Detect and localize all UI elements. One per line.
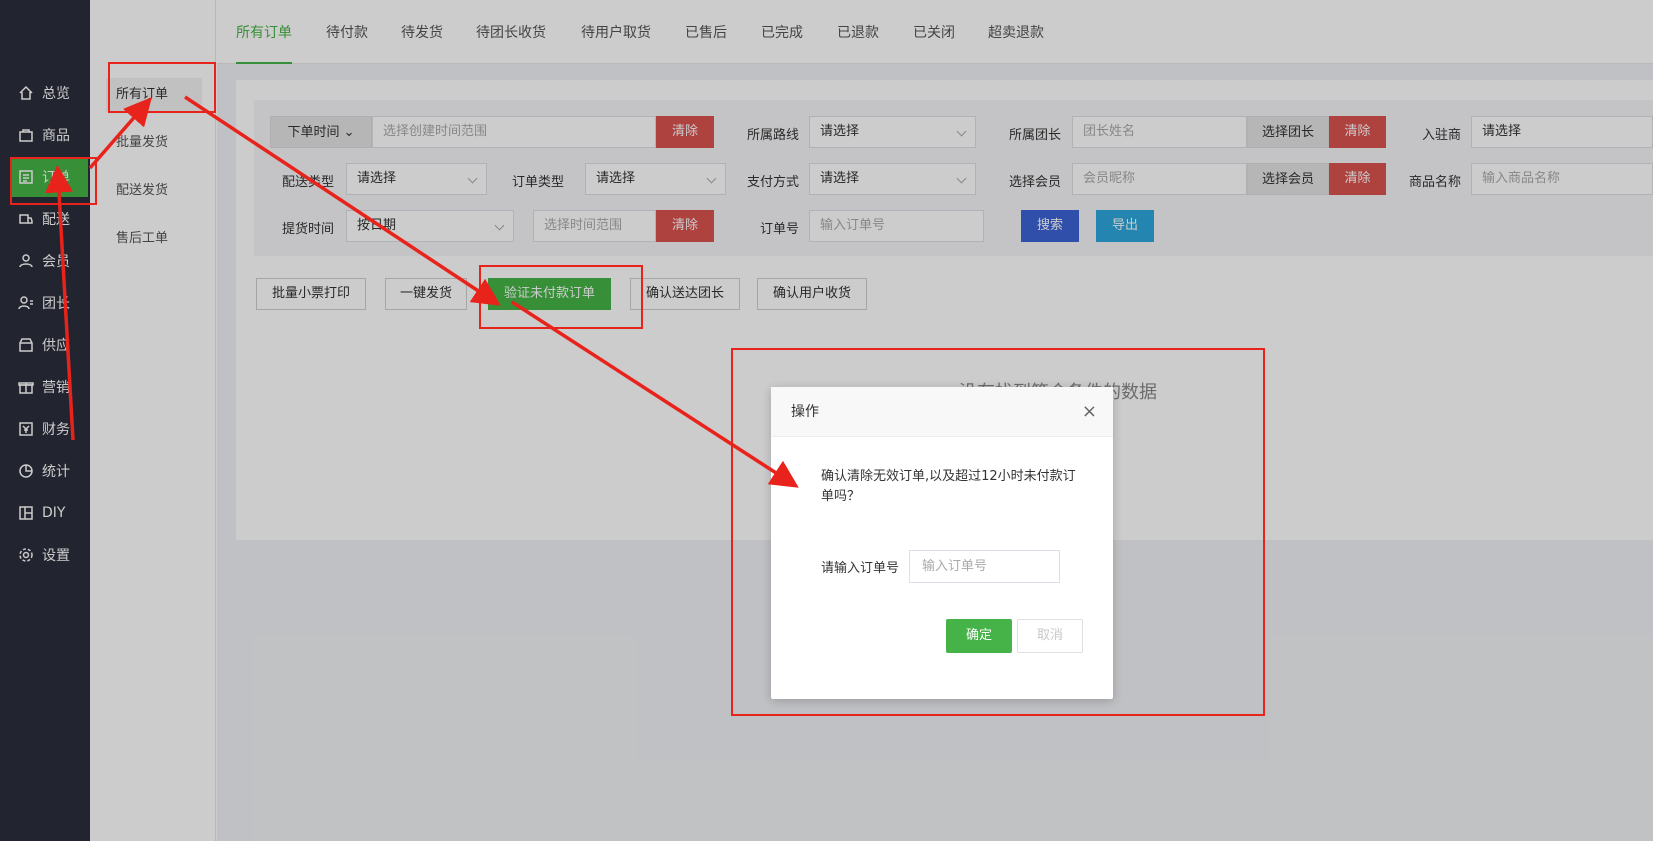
annotation-box-orders-nav — [10, 157, 97, 205]
annotation-box-dialog — [731, 348, 1265, 716]
annotation-box-verify-button — [479, 265, 643, 329]
annotation-box-all-orders — [108, 62, 216, 113]
